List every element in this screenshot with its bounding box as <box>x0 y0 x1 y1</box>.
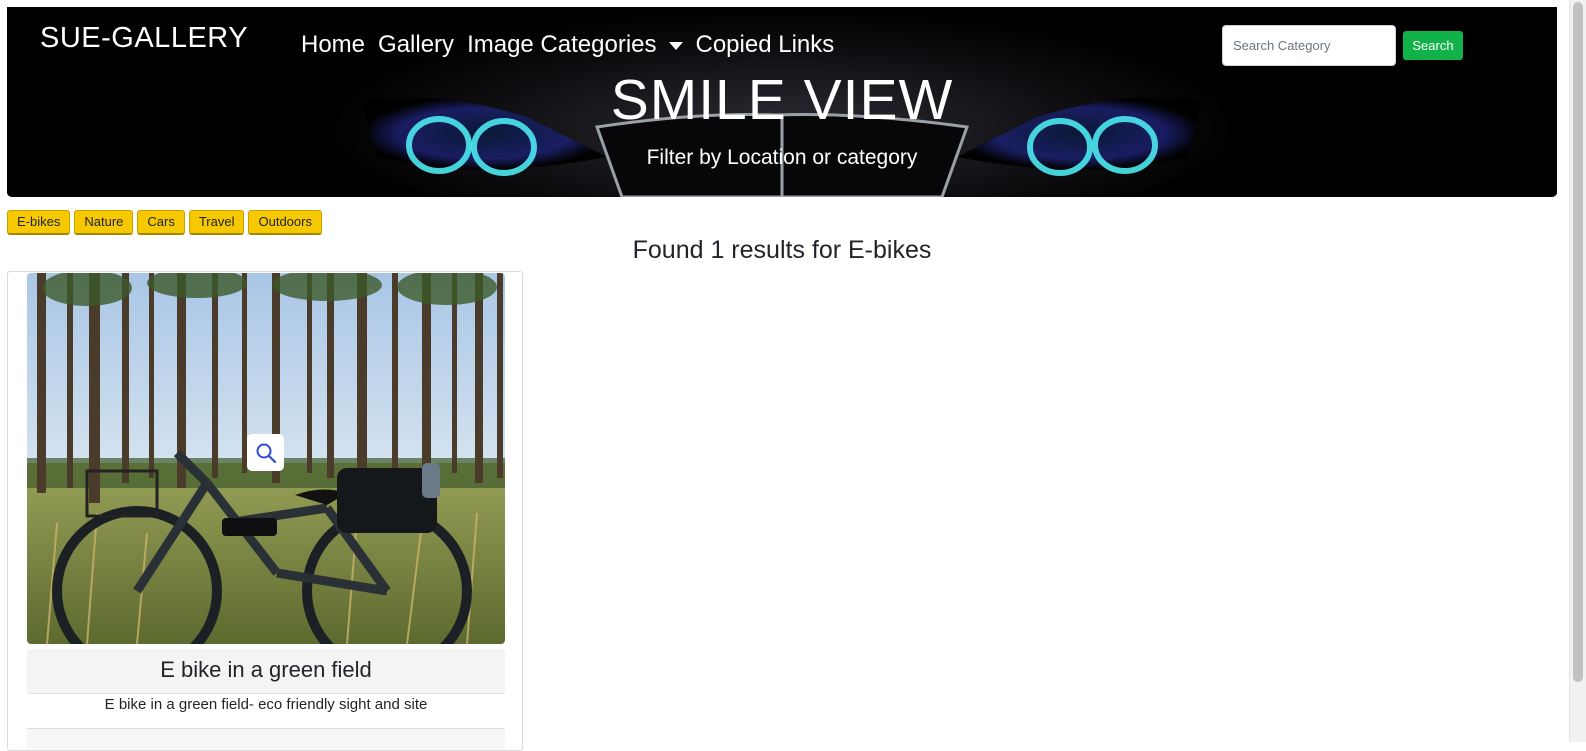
category-filters: E-bikes Nature Cars Travel Outdoors <box>7 210 322 235</box>
filter-nature[interactable]: Nature <box>74 210 134 235</box>
card-image[interactable] <box>27 273 505 644</box>
nav-gallery[interactable]: Gallery <box>372 30 460 60</box>
hero-title: SMILE VIEW <box>610 68 954 132</box>
site-logo[interactable]: SUE-GALLERY <box>40 22 248 55</box>
nav-copied-links[interactable]: Copied Links <box>690 30 841 60</box>
card-title: E bike in a green field <box>27 649 505 694</box>
hero-subtitle: Filter by Location or category <box>646 146 918 169</box>
search-button[interactable]: Search <box>1403 31 1463 60</box>
search-category-input[interactable] <box>1222 25 1396 66</box>
results-summary: Found 1 results for E-bikes <box>632 236 932 264</box>
nav-image-categories-label: Image Categories <box>467 31 657 58</box>
filter-outdoors[interactable]: Outdoors <box>248 210 322 235</box>
search-icon <box>256 443 276 463</box>
caret-down-icon <box>668 42 683 50</box>
hero-header: SUE-GALLERY Home Gallery Image Categorie… <box>7 7 1557 197</box>
nav-home[interactable]: Home <box>295 30 371 60</box>
page-scrollbar[interactable] <box>1569 0 1586 742</box>
image-card: E bike in a green field E bike in a gree… <box>7 271 523 751</box>
zoom-button[interactable] <box>247 434 284 471</box>
nav-image-categories[interactable]: Image Categories <box>461 30 688 60</box>
card-description: E bike in a green field- eco friendly si… <box>104 696 428 713</box>
main-nav: Home Gallery Image Categories Copied Lin… <box>295 30 841 60</box>
card-footer <box>27 729 505 749</box>
scrollbar-thumb[interactable] <box>1573 2 1583 682</box>
filter-e-bikes[interactable]: E-bikes <box>7 210 71 235</box>
filter-cars[interactable]: Cars <box>137 210 185 235</box>
filter-travel[interactable]: Travel <box>188 210 245 235</box>
